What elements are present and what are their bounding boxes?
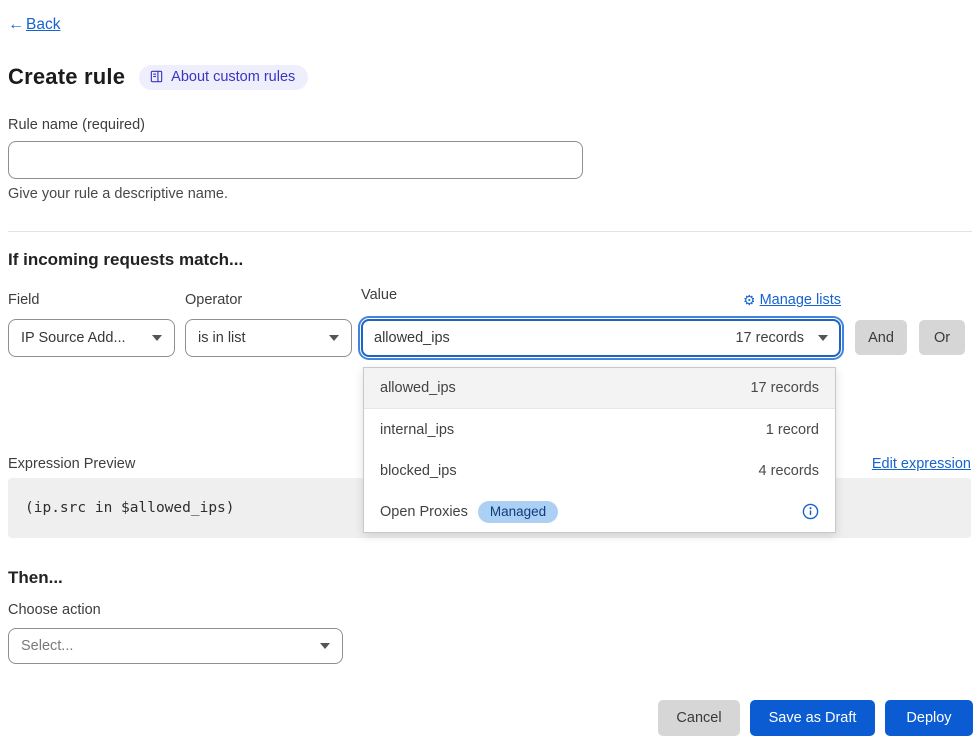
field-select-value: IP Source Add... — [21, 330, 144, 346]
create-rule-page: ← Back Create rule About custom rules Ru… — [0, 16, 979, 755]
value-dropdown-panel: allowed_ips 17 records internal_ips 1 re… — [363, 367, 836, 533]
condition-row: Field IP Source Add... Operator is in li… — [8, 292, 979, 357]
value-select-count: 17 records — [735, 330, 804, 346]
edit-expression-link[interactable]: Edit expression — [872, 456, 971, 472]
list-name: allowed_ips — [380, 380, 456, 396]
then-section-heading: Then... — [8, 568, 971, 588]
book-icon — [149, 69, 164, 84]
dropdown-item-blocked-ips[interactable]: blocked_ips 4 records — [364, 450, 835, 491]
chevron-down-icon — [329, 335, 339, 341]
chevron-down-icon — [320, 643, 330, 649]
chevron-down-icon — [818, 335, 828, 341]
expression-preview-label: Expression Preview — [8, 456, 135, 472]
section-divider — [8, 231, 972, 232]
managed-badge: Managed — [478, 501, 558, 523]
operator-select-value: is in list — [198, 330, 321, 346]
list-name: internal_ips — [380, 422, 454, 438]
manage-lists-label[interactable]: Manage lists — [760, 292, 841, 308]
list-record-count: 1 record — [766, 422, 819, 438]
back-link[interactable]: ← Back — [8, 16, 979, 34]
title-row: Create rule About custom rules — [8, 64, 979, 90]
back-arrow-icon: ← — [8, 16, 24, 34]
value-label-row: Value ⚙ Manage lists — [361, 292, 841, 308]
value-label: Value — [361, 287, 397, 303]
list-name: Open Proxies — [380, 504, 468, 520]
manage-lists-link[interactable]: ⚙ Manage lists — [743, 292, 841, 309]
list-name: blocked_ips — [380, 463, 457, 479]
back-link-label[interactable]: Back — [26, 16, 60, 34]
dropdown-item-internal-ips[interactable]: internal_ips 1 record — [364, 409, 835, 450]
dropdown-item-allowed-ips[interactable]: allowed_ips 17 records — [364, 368, 835, 409]
list-record-count: 17 records — [750, 380, 819, 396]
action-select[interactable]: Select... — [8, 628, 343, 664]
list-record-count: 4 records — [759, 463, 819, 479]
expression-code: (ip.src in $allowed_ips) — [25, 500, 235, 516]
value-select[interactable]: allowed_ips 17 records — [361, 319, 841, 357]
and-button[interactable]: And — [855, 320, 907, 355]
footer-actions: Cancel Save as Draft Deploy — [658, 700, 973, 736]
field-select[interactable]: IP Source Add... — [8, 319, 175, 357]
about-custom-rules-link[interactable]: About custom rules — [139, 65, 308, 90]
field-label: Field — [8, 292, 175, 308]
dropdown-item-open-proxies[interactable]: Open Proxies Managed — [364, 491, 835, 532]
gear-icon: ⚙ — [743, 292, 756, 309]
about-custom-rules-label: About custom rules — [171, 69, 295, 85]
operator-label: Operator — [185, 292, 352, 308]
cancel-button[interactable]: Cancel — [658, 700, 740, 736]
or-button[interactable]: Or — [919, 320, 965, 355]
chevron-down-icon — [152, 335, 162, 341]
rule-name-label: Rule name (required) — [8, 117, 971, 133]
operator-column: Operator is in list — [185, 292, 352, 357]
match-section-heading: If incoming requests match... — [8, 250, 971, 270]
save-as-draft-button[interactable]: Save as Draft — [750, 700, 875, 736]
choose-action-label: Choose action — [8, 602, 971, 618]
value-select-value: allowed_ips — [374, 330, 727, 346]
logic-buttons: And Or — [855, 320, 965, 355]
operator-select[interactable]: is in list — [185, 319, 352, 357]
deploy-button[interactable]: Deploy — [885, 700, 973, 736]
info-icon[interactable] — [802, 503, 819, 520]
field-column: Field IP Source Add... — [8, 292, 175, 357]
value-column: Value ⚙ Manage lists allowed_ips 17 reco… — [361, 292, 841, 357]
page-title: Create rule — [8, 64, 125, 90]
rule-name-helper: Give your rule a descriptive name. — [8, 186, 971, 202]
action-select-placeholder: Select... — [21, 638, 312, 654]
rule-name-input[interactable] — [8, 141, 583, 179]
